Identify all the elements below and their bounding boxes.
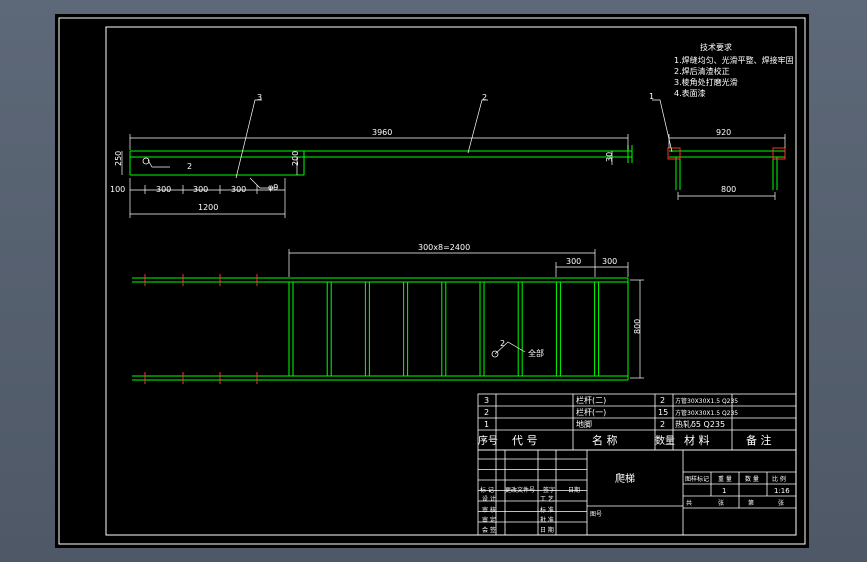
drawing-name: 爬梯	[615, 472, 635, 485]
tb-company-label: 图号	[590, 511, 602, 518]
bom-row-3-name: 栏杆(二)	[576, 395, 606, 405]
tb-qty-label: 数 量	[745, 475, 759, 483]
tb-sheet-no-suffix: 张	[778, 499, 784, 507]
cad-drawing: 技术要求 1.焊缝均匀、光滑平整、焊接牢固 2.焊后清渣校正 3.棱角处打磨光滑…	[55, 14, 809, 548]
bom-row-1-name: 地脚	[576, 419, 592, 429]
tb-sheet-no-label: 第	[748, 499, 754, 507]
tb-role2-date: 日 期	[540, 526, 554, 534]
tech-req-title: 技术要求	[700, 42, 732, 52]
tech-req-item-3: 3.棱角处打磨光滑	[674, 77, 738, 87]
dim-300-a: 300	[156, 185, 171, 194]
tb-role2-standard: 标 准	[540, 506, 554, 514]
bom-row-3-no: 3	[484, 396, 489, 405]
bom-row-2-qty: 15	[658, 408, 668, 417]
dim-800-side: 800	[721, 185, 736, 194]
tb-sheet-total-label: 共	[686, 499, 692, 507]
dim-phi9: φ9	[268, 183, 278, 192]
tb-role-approve: 审 定	[482, 516, 496, 524]
balloon-1: 1	[649, 92, 654, 101]
tb-rev-date: 日期	[568, 486, 580, 494]
plan-weld-note: 全部	[528, 348, 544, 358]
tb-scale-value: 1:16	[774, 487, 790, 495]
tb-role-design: 设 计	[482, 495, 496, 503]
dim-30: 30	[605, 152, 614, 162]
bom-row-2-material: 方管30X30X1.5 Q235	[675, 409, 738, 417]
bom-header-no: 序号	[478, 434, 498, 447]
tb-rev-mark: 标 记	[480, 486, 494, 494]
dim-300-d: 300	[566, 257, 581, 266]
tb-stage-label: 图样标记	[685, 475, 709, 483]
tb-scale-label: 比 例	[772, 475, 786, 483]
bom-row-1-qty: 2	[660, 420, 665, 429]
bom-header-code: 代 号	[512, 434, 538, 447]
bom-header-note: 备 注	[746, 433, 772, 447]
dim-2400: 300x8=2400	[418, 243, 470, 252]
dim-1200: 1200	[198, 203, 218, 212]
dim-300-c: 300	[231, 185, 246, 194]
balloon-3: 3	[257, 93, 262, 102]
bom-row-3-qty: 2	[660, 396, 665, 405]
balloon-2: 2	[482, 93, 487, 102]
dim-300-e: 300	[602, 257, 617, 266]
tech-req-item-1: 1.焊缝均匀、光滑平整、焊接牢固	[674, 55, 794, 65]
tb-sheet-label: 张	[718, 499, 724, 507]
bom-header-qty: 数量	[655, 434, 675, 447]
tb-rev-doc: 更改文件号	[505, 486, 535, 494]
dim-100: 100	[110, 185, 125, 194]
bom-row-3-material: 方管30X30X1.5 Q235	[675, 397, 738, 405]
bom-header-material: 材 料	[684, 433, 710, 447]
tb-role-sign: 会 签	[482, 526, 496, 534]
tb-qty-value: 1	[722, 487, 726, 495]
tb-role2-craft: 工 艺	[540, 495, 554, 503]
dim-800-plan: 800	[633, 319, 642, 334]
dim-200: 200	[291, 151, 300, 166]
bom-row-1-no: 1	[484, 420, 489, 429]
bom-row-2-no: 2	[484, 408, 489, 417]
dim-300-b: 300	[193, 185, 208, 194]
plan-weld-2: 2	[500, 339, 505, 348]
bom-row-2-name: 栏杆(一)	[576, 407, 606, 417]
tech-req-item-2: 2.焊后清渣校正	[674, 66, 730, 76]
bom-row-1-material: 热轧δ5 Q235	[675, 419, 725, 429]
tb-rev-sign: 签字	[543, 486, 555, 494]
tb-role2-approve: 批 准	[540, 516, 554, 524]
bom-header-name: 名 称	[592, 433, 618, 447]
dim-920: 920	[716, 128, 731, 137]
dim-3960: 3960	[372, 128, 392, 137]
tb-weight-label: 重 量	[718, 475, 732, 483]
tech-req-item-4: 4.表面漆	[674, 88, 706, 98]
weld-symbol-2: 2	[187, 162, 192, 171]
tb-role-review: 审 核	[482, 506, 496, 514]
dim-250: 250	[114, 151, 123, 166]
